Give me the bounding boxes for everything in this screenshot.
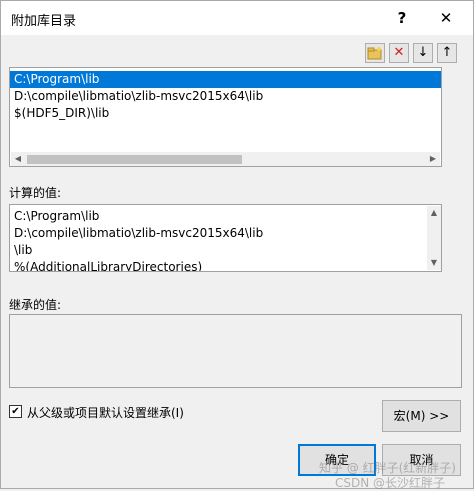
title-bar: 附加库目录 ? ✕: [1, 1, 473, 35]
close-icon[interactable]: ✕: [433, 7, 459, 29]
scroll-down-icon[interactable]: ▼: [427, 256, 441, 270]
directories-items: C:\Program\lib D:\compile\libmatio\zlib-…: [10, 68, 441, 122]
inherited-value-label: 继承的值:: [9, 298, 62, 312]
list-item[interactable]: C:\Program\lib: [10, 71, 441, 88]
arrow-down-icon: ↓: [417, 45, 429, 60]
new-folder-icon: [367, 47, 382, 60]
evaluated-vertical-scrollbar[interactable]: ▲ ▼: [427, 206, 441, 270]
additional-library-directories-dialog: 附加库目录 ? ✕ ✕ ↓ ↑ C:\Program\lib D:\compil…: [0, 0, 474, 490]
window-title: 附加库目录: [11, 14, 77, 29]
macros-button[interactable]: 宏(M) >>: [382, 400, 461, 432]
delete-icon: ✕: [393, 45, 405, 60]
new-line-button[interactable]: [365, 43, 385, 63]
directories-horizontal-scrollbar[interactable]: ◀ ▶: [11, 152, 440, 166]
scrollbar-thumb[interactable]: [27, 155, 242, 164]
inherited-value-box: [9, 314, 462, 388]
watermark-csdn: CSDN @长沙红胖子: [335, 476, 446, 490]
move-up-button[interactable]: ↑: [437, 43, 457, 63]
evaluated-line: \lib: [14, 243, 33, 257]
evaluated-value-box: C:\Program\lib D:\compile\libmatio\zlib-…: [9, 204, 442, 272]
delete-line-button[interactable]: ✕: [389, 43, 409, 63]
help-icon[interactable]: ?: [389, 7, 415, 29]
list-item[interactable]: $(HDF5_DIR)\lib: [10, 105, 441, 122]
evaluated-line: D:\compile\libmatio\zlib-msvc2015x64\lib: [14, 226, 264, 240]
list-item[interactable]: D:\compile\libmatio\zlib-msvc2015x64\lib: [10, 88, 441, 105]
scroll-right-icon[interactable]: ▶: [426, 152, 440, 166]
scroll-left-icon[interactable]: ◀: [11, 152, 25, 166]
move-down-button[interactable]: ↓: [413, 43, 433, 63]
inherit-checkbox[interactable]: ✔: [9, 405, 22, 418]
arrow-up-icon: ↑: [441, 45, 453, 60]
evaluated-value-label: 计算的值:: [9, 186, 62, 200]
evaluated-lines: C:\Program\lib D:\compile\libmatio\zlib-…: [10, 205, 441, 272]
inherit-checkbox-label: 从父级或项目默认设置继承(I): [27, 406, 184, 420]
directories-list[interactable]: C:\Program\lib D:\compile\libmatio\zlib-…: [9, 67, 442, 167]
checkmark-icon: ✔: [11, 406, 20, 417]
evaluated-line: C:\Program\lib: [14, 209, 100, 223]
scroll-up-icon[interactable]: ▲: [427, 206, 441, 220]
evaluated-line: %(AdditionalLibraryDirectories): [14, 260, 203, 272]
